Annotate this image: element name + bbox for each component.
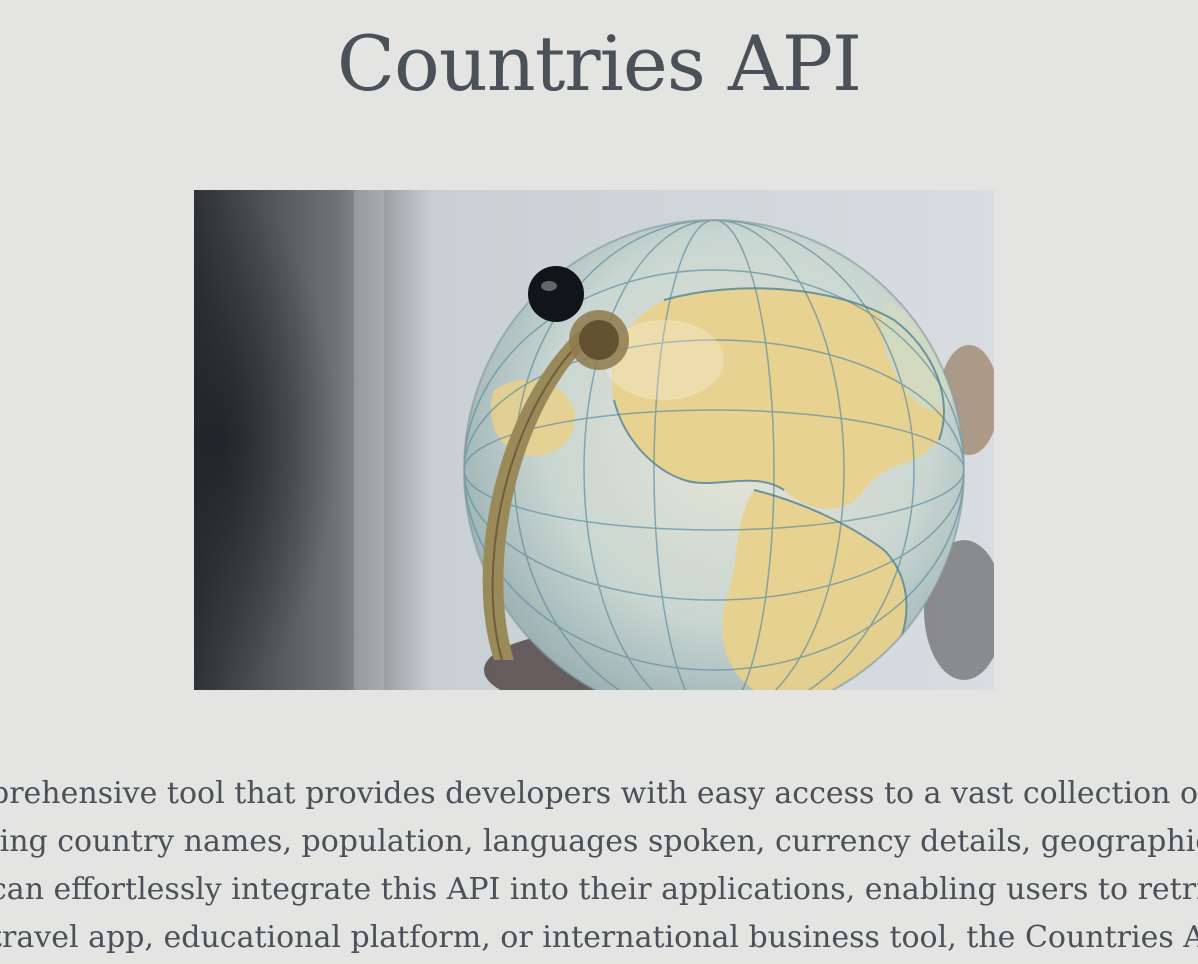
page-title: Countries API	[336, 19, 862, 108]
description-line: travel app, educational platform, or int…	[0, 920, 1198, 955]
page: Countries API prehensive tool that provi…	[0, 0, 1198, 964]
description-line: ling country names, population, language…	[0, 824, 1198, 859]
description-line: can effortlessly integrate this API into…	[0, 872, 1198, 907]
hero-image	[194, 190, 994, 690]
globe-illustration	[194, 190, 994, 690]
description: prehensive tool that provides developers…	[0, 770, 1198, 964]
globe-knob	[528, 266, 584, 322]
description-line: prehensive tool that provides developers…	[0, 776, 1198, 811]
